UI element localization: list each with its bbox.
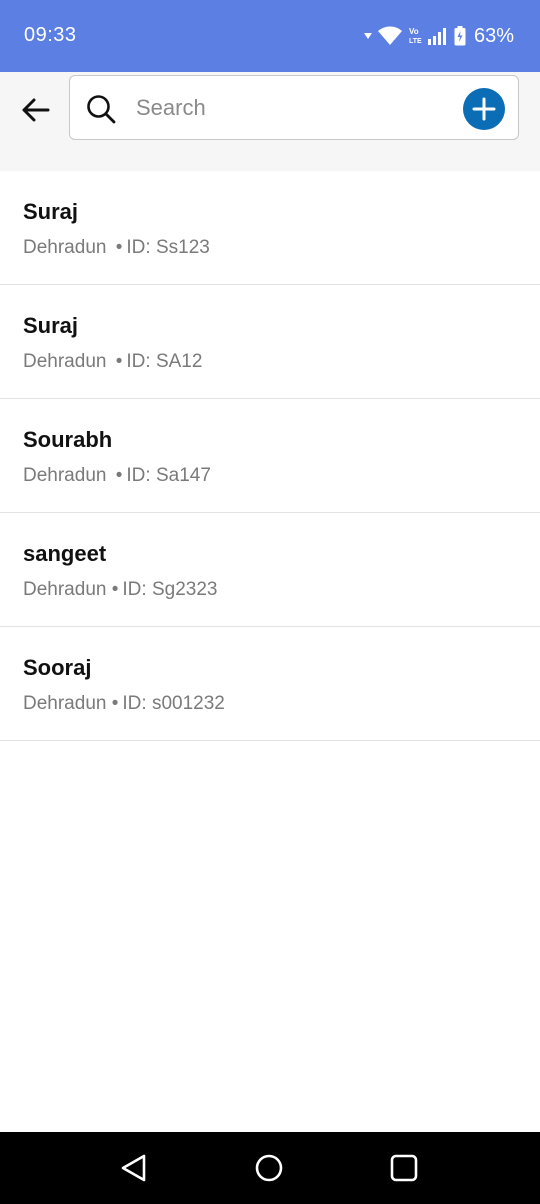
plus-icon [472,97,496,121]
wifi-icon [377,26,402,45]
volte-icon: Vo LTE [409,27,422,45]
item-city: Dehradun [23,693,107,714]
svg-text:LTE: LTE [409,38,422,45]
item-separator: • [111,693,119,714]
back-arrow-icon [22,98,50,122]
item-id: ID: SA12 [126,351,203,372]
list-item[interactable]: Suraj Dehradun • ID: Ss123 [0,171,540,285]
status-bar: 09:33 Vo LTE 63% [0,0,540,72]
list-item[interactable]: sangeet Dehradun • ID: Sg2323 [0,513,540,627]
battery-icon [454,26,466,46]
item-subtitle: Dehradun • ID: s001232 [23,693,225,715]
list-item[interactable]: Sooraj Dehradun • ID: s001232 [0,627,540,741]
svg-text:Vo: Vo [409,27,419,36]
item-separator: • [115,465,123,486]
search-header [0,72,540,171]
item-city: Dehradun [23,579,107,600]
status-time: 09:33 [24,24,77,46]
nav-home-button[interactable] [253,1152,285,1184]
item-name: Sooraj [23,655,92,680]
item-separator: • [115,351,123,372]
item-id: ID: s001232 [122,693,225,714]
item-subtitle: Dehradun • ID: Ss123 [23,237,210,259]
item-city: Dehradun [23,465,107,486]
item-separator: • [111,579,119,600]
home-circle-icon [255,1154,283,1182]
item-name: Suraj [23,313,79,338]
item-name: sangeet [23,541,107,566]
nav-recents-button[interactable] [388,1152,420,1184]
list-item[interactable]: Suraj Dehradun • ID: SA12 [0,285,540,399]
recents-square-icon [390,1154,418,1182]
status-icons: Vo LTE 63% [363,22,514,50]
navigation-bar [0,1132,540,1204]
data-arrow-icon [363,33,372,39]
item-id: ID: Ss123 [126,237,210,258]
item-name: Suraj [23,199,79,224]
contact-list: Suraj Dehradun • ID: Ss123 Suraj Dehradun… [0,171,540,741]
search-box[interactable] [69,75,519,140]
nav-back-button[interactable] [118,1152,150,1184]
item-city: Dehradun [23,351,107,372]
item-id: ID: Sa147 [126,465,211,486]
search-input[interactable] [136,88,436,128]
search-icon [87,95,116,124]
back-triangle-icon [121,1154,146,1182]
add-button[interactable] [463,88,505,130]
item-id: ID: Sg2323 [122,579,218,600]
signal-icon [427,28,446,45]
item-subtitle: Dehradun • ID: SA12 [23,351,202,373]
item-separator: • [115,237,123,258]
battery-percent: 63% [473,24,514,47]
item-city: Dehradun [23,237,107,258]
back-button[interactable] [14,88,58,132]
item-subtitle: Dehradun • ID: Sa147 [23,465,211,487]
list-item[interactable]: Sourabh Dehradun • ID: Sa147 [0,399,540,513]
item-subtitle: Dehradun • ID: Sg2323 [23,579,217,601]
item-name: Sourabh [23,427,113,452]
